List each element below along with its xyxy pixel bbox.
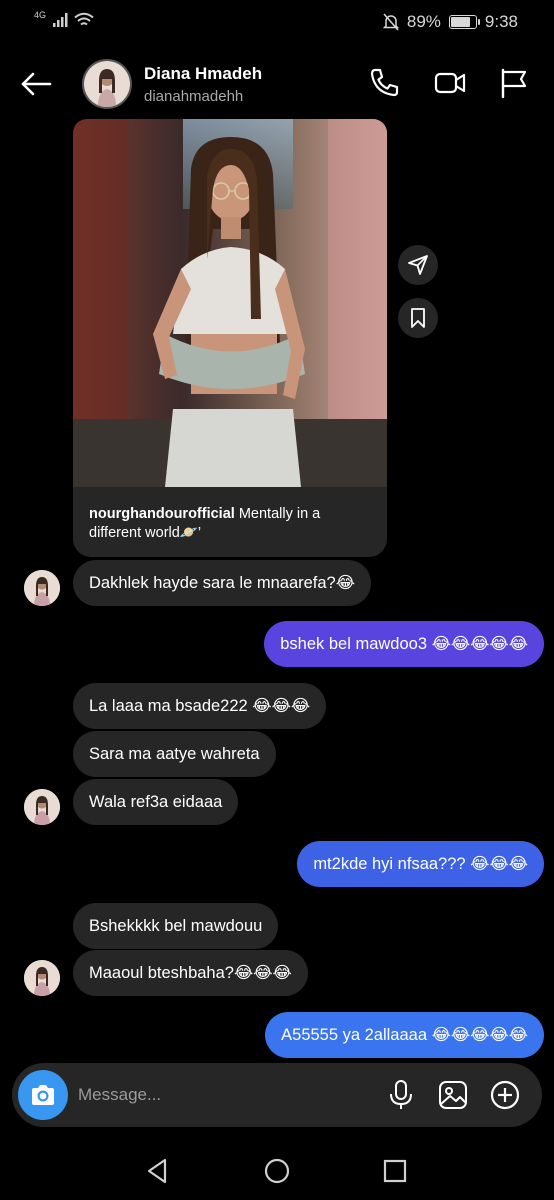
bell-off-icon [382, 13, 399, 31]
share-post-button[interactable] [398, 245, 438, 285]
signal-group: 4G [34, 10, 94, 28]
gallery-icon[interactable] [436, 1078, 470, 1112]
avatar-image [24, 789, 60, 825]
message-composer: Message... [12, 1063, 542, 1127]
nav-recents-icon[interactable] [380, 1156, 410, 1186]
sender-avatar[interactable] [24, 960, 60, 996]
contact-username[interactable]: dianahmadehh [144, 88, 243, 105]
message-bubble-incoming[interactable]: Wala ref3a eidaaa [73, 779, 239, 825]
clock: 9:38 [484, 12, 518, 31]
battery-icon [448, 15, 480, 29]
message-bubble-incoming[interactable]: Maaoul bteshbaha?😂😂😂 [73, 950, 308, 996]
system-nav-bar [0, 1140, 554, 1200]
avatar-image [84, 61, 130, 107]
sender-avatar[interactable] [24, 570, 60, 606]
send-icon [408, 255, 428, 275]
save-post-button[interactable] [398, 298, 438, 338]
header-avatar[interactable] [82, 59, 132, 109]
nav-home-icon[interactable] [262, 1156, 292, 1186]
avatar-image [24, 960, 60, 996]
camera-icon [32, 1085, 54, 1105]
battery-percent: 89% [406, 12, 441, 31]
camera-button[interactable] [18, 1070, 68, 1120]
message-input[interactable]: Message... [78, 1085, 161, 1105]
message-bubble-incoming[interactable]: Sara ma aatye wahreta [73, 731, 276, 777]
flag-icon[interactable] [497, 66, 531, 100]
microphone-icon[interactable] [384, 1078, 418, 1112]
status-bar: 4G 89% 9:38 [0, 0, 554, 46]
message-bubble-outgoing[interactable]: A55555 ya 2allaaaa 😂😂😂😂😂 [265, 1012, 544, 1058]
battery-fill [450, 17, 471, 27]
sender-avatar[interactable] [24, 789, 60, 825]
chat-header: Diana Hmadeh dianahmadehh [0, 50, 554, 116]
add-icon[interactable] [488, 1078, 522, 1112]
message-bubble-outgoing[interactable]: mt2kde hyi nfsaa??? 😂😂😂 [297, 841, 544, 887]
wifi-icon [74, 12, 94, 26]
avatar-image [24, 570, 60, 606]
status-right: 89% 9:38 [382, 12, 518, 32]
contact-name[interactable]: Diana Hmadeh [144, 64, 262, 84]
shared-post-image[interactable] [73, 119, 387, 487]
phone-icon[interactable] [367, 66, 401, 100]
post-author[interactable]: nourghandourofficial [89, 506, 235, 522]
post-photo [73, 119, 387, 487]
shared-post-caption[interactable]: nourghandourofficial Mentally in a diffe… [73, 487, 387, 557]
message-bubble-incoming[interactable]: Bshekkkk bel mawdouu [73, 903, 279, 949]
message-bubble-outgoing[interactable]: bshek bel mawdoo3 😂😂😂😂😂 [264, 621, 544, 667]
message-bubble-incoming[interactable]: La laaa ma bsade222 😂😂😂 [73, 683, 327, 729]
message-bubble-incoming[interactable]: Dakhlek hayde sara le mnaarefa?😂 [73, 560, 372, 606]
network-type: 4G [34, 10, 47, 20]
nav-back-icon[interactable] [143, 1156, 173, 1186]
video-call-icon[interactable] [433, 66, 467, 100]
back-arrow-icon[interactable] [18, 66, 54, 102]
bookmark-icon [411, 308, 425, 328]
signal-icon [53, 13, 68, 27]
